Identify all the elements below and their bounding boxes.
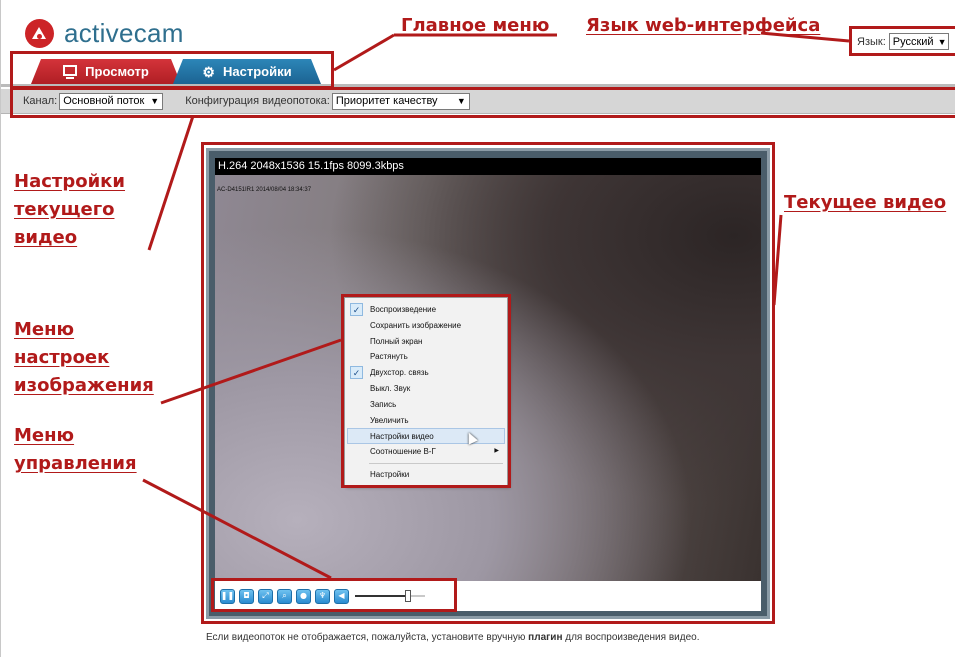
annotation-main-menu: Главное меню xyxy=(401,15,550,36)
activecam-logo[interactable]: activecam xyxy=(25,18,184,49)
plugin-notice: Если видеопоток не отображается, пожалуй… xyxy=(206,632,699,643)
annotation-image-menu-1: Меню xyxy=(14,319,75,340)
connector-stream-settings xyxy=(147,115,195,251)
connector-current-video xyxy=(772,214,783,306)
logo-mark-icon xyxy=(25,19,54,48)
annotation-control-menu-2: управления xyxy=(14,453,137,474)
annotation-web-language: Язык web-интерфейса xyxy=(586,15,821,36)
annotation-video-settings-3: видео xyxy=(14,227,78,248)
plugin-link[interactable]: плагин xyxy=(528,632,562,643)
annotation-box-controls xyxy=(211,578,457,612)
plugin-notice-text: Если видеопоток не отображается, пожалуй… xyxy=(206,632,529,643)
connector-main-menu xyxy=(333,33,395,72)
annotation-image-menu-3: изображения xyxy=(14,375,154,396)
annotation-control-menu-1: Меню xyxy=(14,425,75,446)
annotation-box-stream-settings xyxy=(10,87,955,118)
annotation-box-language xyxy=(849,26,955,56)
annotation-video-settings-2: текущего xyxy=(14,199,115,220)
logo-text: activecam xyxy=(64,18,184,48)
camera-web-interface: activecam Просмотр ⚙ Настройки Язык: Рус… xyxy=(0,0,955,657)
annotation-video-settings-1: Настройки xyxy=(14,171,126,192)
annotation-current-video: Текущее видео xyxy=(784,192,947,213)
annotation-box-main-menu xyxy=(10,51,334,89)
plugin-notice-text-end: для воспроизведения видео. xyxy=(562,632,700,643)
annotation-image-menu-2: настроек xyxy=(14,347,110,368)
annotation-box-context-menu xyxy=(341,294,511,488)
